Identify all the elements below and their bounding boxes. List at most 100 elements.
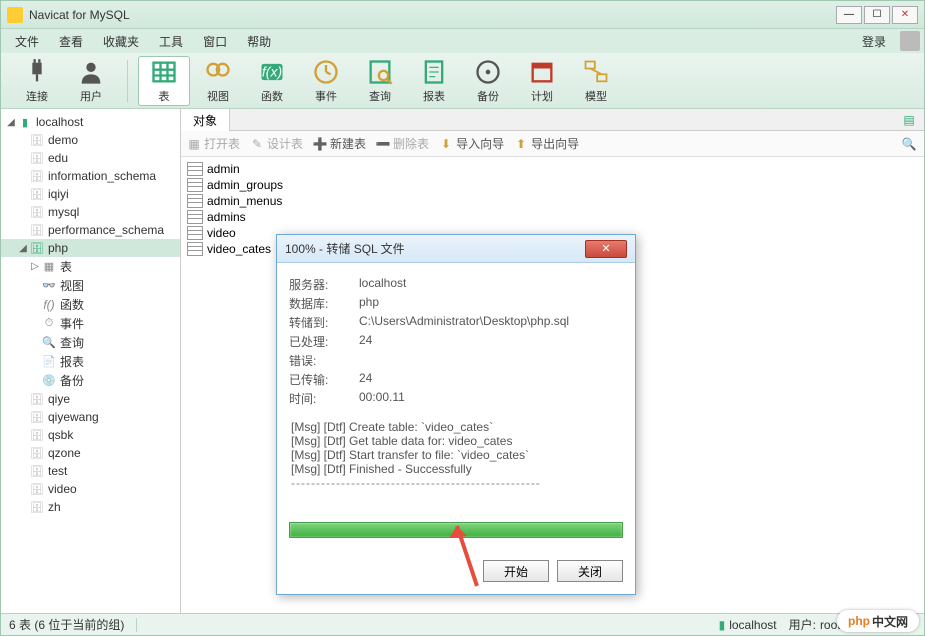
- tree-db-mysql[interactable]: 🗄mysql: [1, 203, 180, 221]
- value-transferred: 24: [359, 371, 623, 388]
- minimize-button[interactable]: —: [836, 6, 862, 24]
- toolbar-schedule[interactable]: 计划: [516, 56, 568, 106]
- tree-db-test[interactable]: 🗄test: [1, 462, 180, 480]
- toolbar-report[interactable]: 报表: [408, 56, 460, 106]
- avatar-icon[interactable]: [900, 31, 920, 51]
- query-icon: 🔍: [41, 335, 57, 351]
- table-row[interactable]: admin: [185, 161, 920, 177]
- connection-tree[interactable]: ◢ ▮ localhost 🗄demo🗄edu🗄information_sche…: [1, 109, 181, 613]
- start-button[interactable]: 开始: [483, 560, 549, 582]
- app-title: Navicat for MySQL: [29, 8, 836, 22]
- table-row[interactable]: admins: [185, 209, 920, 225]
- action-export[interactable]: ⬆导出向导: [514, 135, 579, 152]
- tree-php-event[interactable]: ⏱事件: [1, 314, 180, 333]
- database-icon: 🗄: [29, 132, 45, 148]
- action-open-table[interactable]: ▦打开表: [187, 135, 240, 152]
- progress-bar: [289, 522, 623, 538]
- menu-file[interactable]: 文件: [5, 30, 49, 53]
- dialog-close-button[interactable]: ✕: [585, 240, 627, 258]
- tree-db-php[interactable]: ◢ 🗄 php: [1, 239, 180, 257]
- tree-php-query[interactable]: 🔍查询: [1, 333, 180, 352]
- toolbar-function[interactable]: f(x) 函数: [246, 56, 298, 106]
- database-icon: 🗄: [29, 499, 45, 515]
- dialog-title-text: 100% - 转储 SQL 文件: [285, 240, 585, 257]
- detail-view-icon[interactable]: ▤: [900, 111, 918, 129]
- action-design-table[interactable]: ✎设计表: [250, 135, 303, 152]
- tree-db-qiye[interactable]: 🗄qiye: [1, 390, 180, 408]
- expand-icon[interactable]: ▷: [29, 261, 41, 272]
- search-icon[interactable]: 🔍: [900, 135, 918, 153]
- maximize-button[interactable]: ☐: [864, 6, 890, 24]
- close-button[interactable]: ✕: [892, 6, 918, 24]
- toolbar-model[interactable]: 模型: [570, 56, 622, 106]
- table-icon: ▦: [41, 259, 57, 275]
- database-icon: 🗄: [29, 150, 45, 166]
- report-icon: [420, 58, 448, 86]
- label-server: 服务器:: [289, 276, 359, 293]
- tree-db-performance_schema[interactable]: 🗄performance_schema: [1, 221, 180, 239]
- tree-db-edu[interactable]: 🗄edu: [1, 149, 180, 167]
- tree-db-zh[interactable]: 🗄zh: [1, 498, 180, 516]
- tree-db-iqiyi[interactable]: 🗄iqiyi: [1, 185, 180, 203]
- toolbar-table[interactable]: 表: [138, 56, 190, 106]
- dialog-titlebar[interactable]: 100% - 转储 SQL 文件 ✕: [277, 235, 635, 263]
- plus-icon: ➕: [313, 137, 327, 151]
- svg-text:f(x): f(x): [262, 63, 282, 79]
- connection-icon: ▮: [719, 618, 726, 632]
- tree-db-qzone[interactable]: 🗄qzone: [1, 444, 180, 462]
- tree-connection[interactable]: ◢ ▮ localhost: [1, 113, 180, 131]
- import-icon: ⬇: [439, 137, 453, 151]
- toolbar-connection[interactable]: 连接: [11, 56, 63, 106]
- table-name: admins: [207, 210, 246, 224]
- action-delete-table[interactable]: ➖删除表: [376, 135, 429, 152]
- toolbar-user[interactable]: 用户: [65, 56, 117, 106]
- toolbar-query[interactable]: 查询: [354, 56, 406, 106]
- close-dialog-button[interactable]: 关闭: [557, 560, 623, 582]
- toolbar-backup[interactable]: 备份: [462, 56, 514, 106]
- export-icon: ⬆: [514, 137, 528, 151]
- tree-php-table[interactable]: ▷▦表: [1, 257, 180, 276]
- tree-php-fx[interactable]: f()函数: [1, 295, 180, 314]
- label-errors: 错误:: [289, 352, 359, 369]
- login-link[interactable]: 登录: [854, 30, 894, 53]
- table-icon: [187, 162, 203, 176]
- collapse-icon[interactable]: ◢: [5, 117, 17, 128]
- tree-db-information_schema[interactable]: 🗄information_schema: [1, 167, 180, 185]
- action-import[interactable]: ⬇导入向导: [439, 135, 504, 152]
- app-icon: [7, 7, 23, 23]
- tree-php-view[interactable]: 👓视图: [1, 276, 180, 295]
- tree-db-demo[interactable]: 🗄demo: [1, 131, 180, 149]
- tree-php-report[interactable]: 📄报表: [1, 352, 180, 371]
- menu-help[interactable]: 帮助: [237, 30, 281, 53]
- status-summary: 6 表 (6 位于当前的组): [9, 616, 124, 633]
- tab-objects[interactable]: 对象: [181, 109, 230, 132]
- toolbar-event[interactable]: 事件: [300, 56, 352, 106]
- collapse-icon[interactable]: ◢: [17, 243, 29, 254]
- menu-favorites[interactable]: 收藏夹: [93, 30, 149, 53]
- menu-window[interactable]: 窗口: [193, 30, 237, 53]
- tree-db-video[interactable]: 🗄video: [1, 480, 180, 498]
- database-icon: 🗄: [29, 445, 45, 461]
- menu-tools[interactable]: 工具: [149, 30, 193, 53]
- toolbar-view[interactable]: 视图: [192, 56, 244, 106]
- log-output[interactable]: [Msg] [Dtf] Create table: `video_cates`[…: [289, 418, 623, 508]
- database-icon: 🗄: [29, 481, 45, 497]
- table-name: admin_menus: [207, 194, 282, 208]
- fx-icon: f(): [41, 297, 57, 313]
- menubar: 文件 查看 收藏夹 工具 窗口 帮助 登录: [1, 29, 924, 53]
- tree-php-backup[interactable]: 💿备份: [1, 371, 180, 390]
- design-icon: ✎: [250, 137, 264, 151]
- action-new-table[interactable]: ➕新建表: [313, 135, 366, 152]
- dialog-buttons: 开始 关闭: [277, 550, 635, 594]
- menu-view[interactable]: 查看: [49, 30, 93, 53]
- object-tabs: 对象 ▤: [181, 109, 924, 131]
- table-row[interactable]: admin_groups: [185, 177, 920, 193]
- database-icon: 🗄: [29, 168, 45, 184]
- table-row[interactable]: admin_menus: [185, 193, 920, 209]
- watermark: php中文网: [837, 610, 919, 632]
- tree-db-qsbk[interactable]: 🗄qsbk: [1, 426, 180, 444]
- table-name: admin_groups: [207, 178, 283, 192]
- tree-db-qiyewang[interactable]: 🗄qiyewang: [1, 408, 180, 426]
- report-icon: 📄: [41, 354, 57, 370]
- label-transferred: 已传输:: [289, 371, 359, 388]
